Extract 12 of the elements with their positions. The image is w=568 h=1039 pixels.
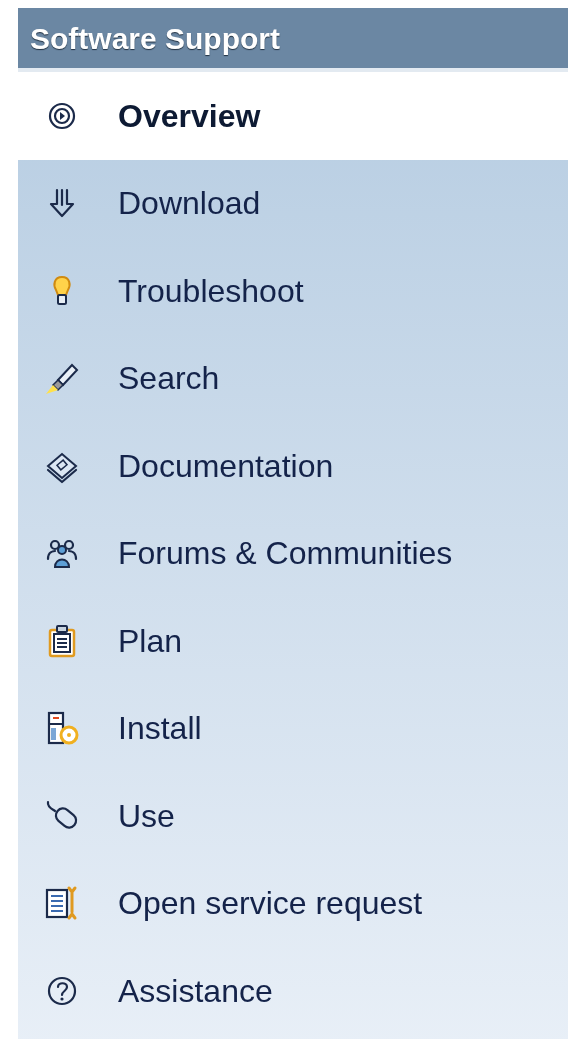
menu-item[interactable]: Use — [18, 772, 568, 860]
menu-item[interactable]: Open service request — [18, 859, 568, 947]
panel-header: Software Support — [18, 8, 568, 72]
menu-item[interactable]: Install — [18, 684, 568, 772]
menu-item[interactable]: Download — [18, 159, 568, 247]
menu-item[interactable]: Forums & Communities — [18, 509, 568, 597]
menu-item[interactable]: Overview — [18, 72, 568, 160]
menu-item[interactable]: Assistance — [18, 947, 568, 1035]
menu-item[interactable]: Documentation — [18, 422, 568, 510]
menu-item[interactable]: Search — [18, 334, 568, 422]
menu-item[interactable]: Plan — [18, 597, 568, 685]
menu-item[interactable]: Troubleshoot — [18, 247, 568, 335]
